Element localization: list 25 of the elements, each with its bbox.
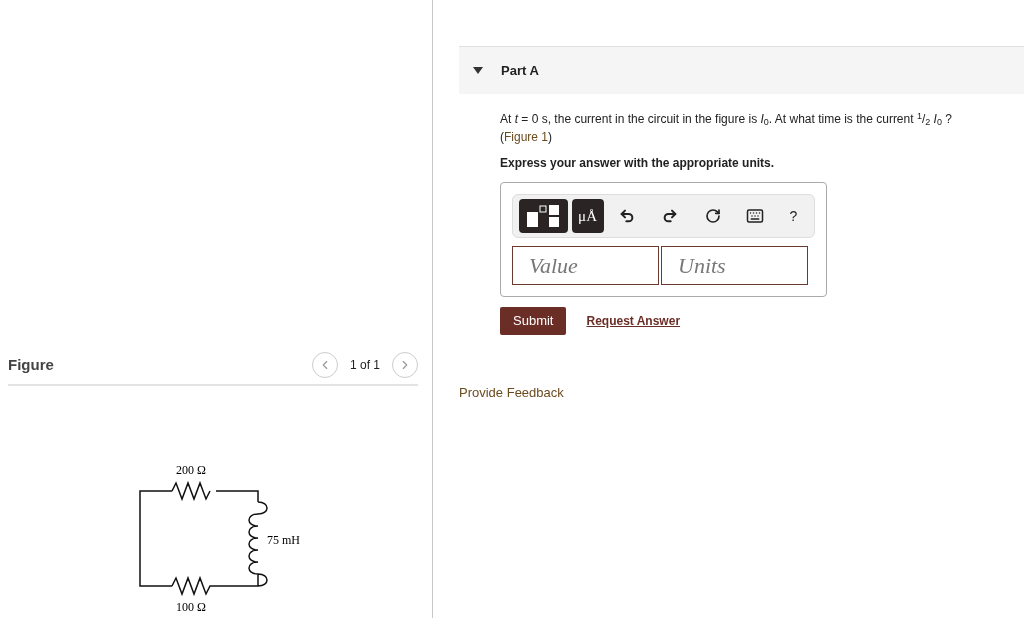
value-field[interactable]: Value	[512, 246, 659, 285]
part-header[interactable]: Part A	[459, 46, 1024, 94]
help-button[interactable]: ?	[778, 199, 808, 233]
page-counter: 1 of 1	[348, 357, 381, 374]
parenthesis: )	[548, 129, 553, 146]
keyboard-icon	[746, 207, 765, 225]
inductor-label: 75 mH	[267, 533, 300, 547]
part-title: Part A	[501, 61, 539, 80]
parenthesis: (	[500, 129, 504, 146]
resistor-label: 100 Ω	[176, 600, 206, 614]
question-text: At t = 0 s, the current in the circuit in the figure is I$_{0}$. At what time is the current $^{1}$/$_{2}$ I$_{0}$ ?	[500, 110, 953, 128]
redo-icon	[661, 208, 678, 224]
resistor-label: 200 Ω	[176, 463, 206, 477]
figure-title: Figure	[8, 354, 54, 375]
template-icon	[526, 204, 561, 228]
request-answer-link[interactable]: Request Answer	[586, 312, 681, 330]
units-field[interactable]: Units	[661, 246, 808, 285]
reset-icon	[704, 208, 721, 224]
figure-link[interactable]: Figure 1	[504, 128, 549, 146]
template-button[interactable]	[519, 199, 568, 233]
instruction-text: Express your answer with the appropriate units.	[500, 155, 776, 172]
feedback-link[interactable]: Provide Feedback	[459, 383, 1024, 403]
units-button[interactable]: μÅ	[571, 199, 604, 233]
submit-button[interactable]: Submit	[500, 307, 567, 335]
undo-icon	[618, 208, 635, 224]
